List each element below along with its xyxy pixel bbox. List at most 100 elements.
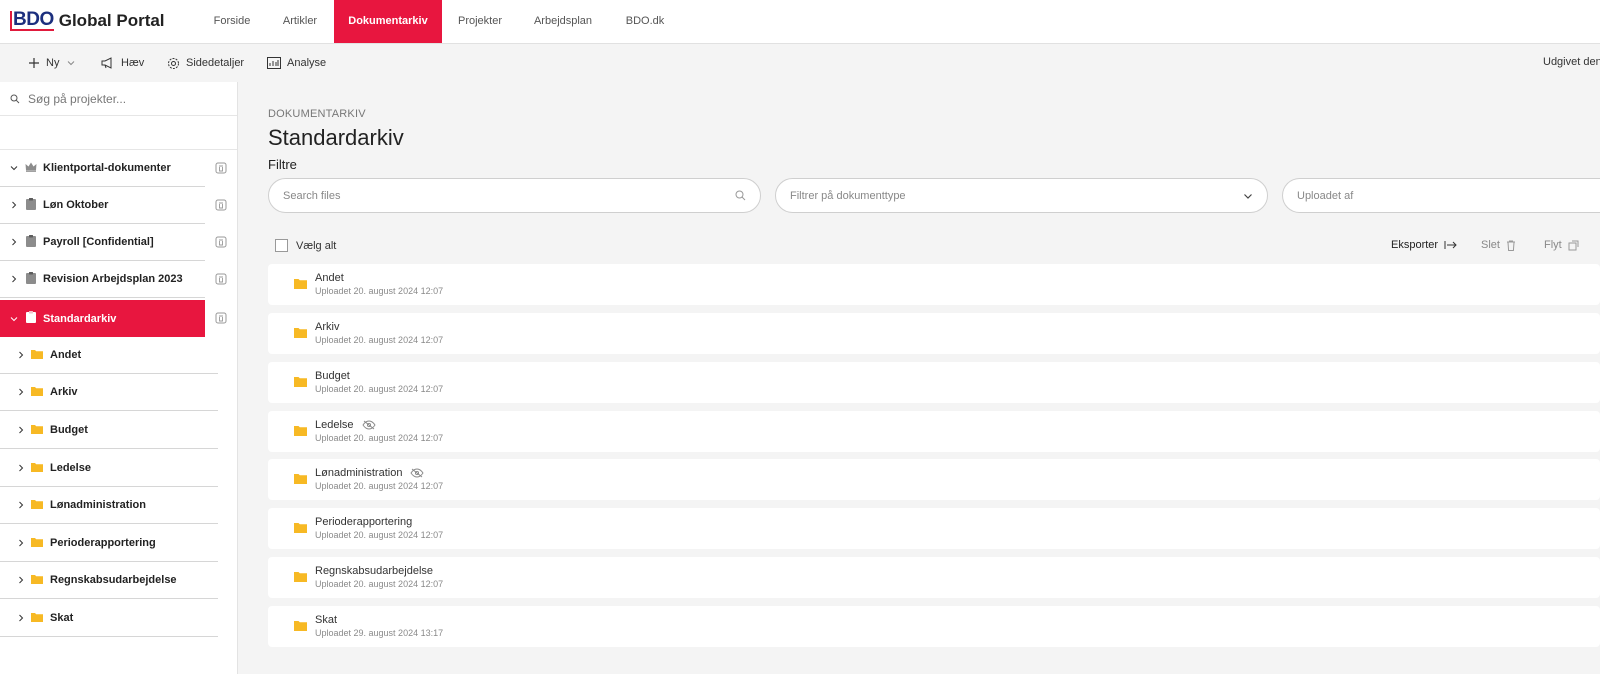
chevron-down-icon[interactable] — [7, 315, 21, 323]
file-name[interactable]: Arkiv — [315, 321, 339, 333]
crown-icon — [25, 162, 37, 175]
trash-icon[interactable] — [215, 199, 227, 211]
select-all-checkbox[interactable] — [275, 239, 288, 252]
chevron-right-icon[interactable] — [7, 201, 21, 209]
project-search-input[interactable] — [28, 91, 218, 106]
file-row[interactable]: Lønadministration Uploadet 20. august 20… — [268, 459, 1600, 500]
file-upload-date: Uploadet 20. august 2024 12:07 — [315, 433, 444, 443]
file-row[interactable]: Skat Uploadet 29. august 2024 13:17 — [268, 606, 1600, 647]
published-status: Udgivet den — [1543, 56, 1600, 68]
project-label: Klientportal-dokumenter — [43, 162, 171, 174]
file-row[interactable]: Andet Uploadet 20. august 2024 12:07 — [268, 264, 1600, 305]
project-klientportal[interactable]: Klientportal-dokumenter — [0, 150, 205, 187]
file-name[interactable]: Perioderapportering — [315, 516, 412, 528]
chevron-right-icon[interactable] — [14, 501, 28, 509]
sidebar-folder-arkiv[interactable]: Arkiv — [0, 374, 218, 411]
chevron-down-icon[interactable] — [7, 164, 21, 172]
project-lon-oktober[interactable]: Løn Oktober — [0, 187, 205, 224]
file-name[interactable]: Ledelse — [315, 419, 376, 431]
delete-button[interactable]: Slet — [1481, 239, 1516, 251]
chevron-right-icon[interactable] — [14, 426, 28, 434]
chevron-right-icon[interactable] — [14, 539, 28, 547]
folder-label: Lønadministration — [50, 499, 146, 511]
page-title: Standardarkiv — [268, 125, 404, 150]
file-upload-date: Uploadet 29. august 2024 13:17 — [315, 628, 444, 638]
chevron-right-icon[interactable] — [7, 238, 21, 246]
document-type-filter[interactable]: Filtrer på dokumenttype — [775, 178, 1268, 213]
project-label: Revision Arbejdsplan 2023 — [43, 273, 183, 285]
sidebar-spacer — [0, 116, 237, 150]
file-name[interactable]: Regnskabsudarbejdelse — [315, 565, 433, 577]
folder-icon — [294, 328, 307, 338]
eye-off-icon — [410, 468, 424, 478]
file-row[interactable]: Budget Uploadet 20. august 2024 12:07 — [268, 362, 1600, 403]
search-icon[interactable] — [735, 190, 746, 201]
sidebar-folder-perioderapportering[interactable]: Perioderapportering — [0, 525, 218, 562]
sidebar-folder-skat[interactable]: Skat — [0, 600, 218, 637]
file-upload-date: Uploadet 20. august 2024 12:07 — [315, 481, 444, 491]
chevron-right-icon[interactable] — [14, 464, 28, 472]
project-label: Løn Oktober — [43, 199, 109, 211]
command-bar: Ny Hæv Sidedetaljer Analyse Udgivet den — [0, 44, 1600, 82]
export-label: Eksporter — [1391, 239, 1439, 251]
move-button[interactable]: Flyt — [1544, 239, 1579, 251]
nav-forside[interactable]: Forside — [197, 0, 267, 43]
trash-icon[interactable] — [215, 162, 227, 174]
file-row[interactable]: Regnskabsudarbejdelse Uploadet 20. augus… — [268, 557, 1600, 598]
sidebar-folder-budget[interactable]: Budget — [0, 412, 218, 449]
clipboard-icon — [26, 271, 36, 287]
project-label: Standardarkiv — [43, 312, 117, 325]
chevron-right-icon[interactable] — [14, 576, 28, 584]
file-row[interactable]: Perioderapportering Uploadet 20. august … — [268, 508, 1600, 549]
uploaded-by-input[interactable] — [1297, 189, 1598, 202]
search-files-input[interactable] — [283, 189, 735, 202]
folder-icon — [31, 499, 43, 512]
nav-projekter[interactable]: Projekter — [448, 0, 512, 43]
file-name[interactable]: Lønadministration — [315, 467, 424, 479]
project-revision[interactable]: Revision Arbejdsplan 2023 — [0, 261, 205, 298]
sidebar-folder-lonadministration[interactable]: Lønadministration — [0, 487, 218, 524]
search-files-field[interactable] — [268, 178, 761, 213]
nav-dokumentarkiv[interactable]: Dokumentarkiv — [334, 0, 442, 43]
export-icon — [1444, 241, 1457, 249]
nav-bdo-dk[interactable]: BDO.dk — [616, 0, 674, 43]
folder-label: Arkiv — [50, 386, 78, 398]
folder-icon — [31, 386, 43, 399]
bdo-logo[interactable]: BDO Global Portal — [10, 10, 165, 32]
chevron-right-icon[interactable] — [14, 614, 28, 622]
uploaded-by-filter[interactable] — [1282, 178, 1600, 213]
sidebar-folder-ledelse[interactable]: Ledelse — [0, 450, 218, 487]
chevron-right-icon[interactable] — [14, 388, 28, 396]
file-name[interactable]: Andet — [315, 272, 344, 284]
project-standardarkiv[interactable]: Standardarkiv — [0, 300, 205, 337]
breadcrumb[interactable]: DOKUMENTARKIV — [268, 108, 366, 120]
move-label: Flyt — [1544, 239, 1562, 251]
file-row[interactable]: Arkiv Uploadet 20. august 2024 12:07 — [268, 313, 1600, 354]
folder-icon — [31, 612, 43, 625]
trash-icon[interactable] — [215, 312, 227, 324]
trash-icon[interactable] — [215, 236, 227, 248]
folder-label: Skat — [50, 612, 74, 624]
select-all[interactable]: Vælg alt — [275, 239, 336, 252]
folder-label: Andet — [50, 349, 82, 361]
nav-artikler[interactable]: Artikler — [270, 0, 330, 43]
file-name[interactable]: Skat — [315, 614, 337, 626]
trash-icon[interactable] — [215, 273, 227, 285]
analytics-button[interactable]: Analyse — [267, 55, 326, 71]
file-row[interactable]: Ledelse Uploadet 20. august 2024 12:07 — [268, 411, 1600, 452]
sidebar-folder-andet[interactable]: Andet — [0, 337, 218, 374]
folder-label: Perioderapportering — [50, 537, 156, 549]
chevron-right-icon[interactable] — [7, 275, 21, 283]
nav-arbejdsplan[interactable]: Arbejdsplan — [526, 0, 600, 43]
chevron-right-icon[interactable] — [14, 351, 28, 359]
export-button[interactable]: Eksporter — [1391, 239, 1457, 251]
new-button[interactable]: Ny — [28, 55, 81, 71]
page-details-button[interactable]: Sidedetaljer — [167, 55, 244, 71]
file-name[interactable]: Budget — [315, 370, 350, 382]
chart-icon — [267, 57, 281, 69]
sidebar-folder-regnskabsudarbejdelse[interactable]: Regnskabsudarbejdelse — [0, 562, 218, 599]
project-payroll[interactable]: Payroll [Confidential] — [0, 224, 205, 261]
search-icon — [10, 94, 20, 103]
chevron-down-icon — [1244, 193, 1252, 199]
promote-button[interactable]: Hæv — [101, 55, 144, 71]
